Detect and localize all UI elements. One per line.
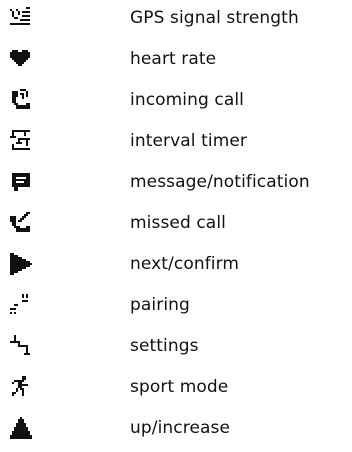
legend-label: pairing: [130, 295, 190, 315]
legend-row-incoming-call: incoming call: [0, 85, 352, 115]
legend-label: settings: [130, 336, 199, 356]
legend-row-message: message/notification: [0, 167, 352, 197]
legend-label: heart rate: [130, 49, 217, 69]
legend-row-settings: settings: [0, 331, 352, 361]
icon-legend: GPS signal strength heart rate incoming …: [0, 0, 352, 452]
missed-call-icon: [10, 212, 32, 234]
legend-row-next: next/confirm: [0, 249, 352, 279]
legend-label: next/confirm: [130, 254, 240, 274]
legend-label: interval timer: [130, 131, 248, 151]
legend-label: missed call: [130, 213, 226, 233]
pairing-icon: [10, 294, 32, 316]
legend-row-up: up/increase: [0, 413, 352, 443]
up-arrow-icon: [10, 417, 32, 439]
legend-label: up/increase: [130, 418, 231, 438]
legend-row-gps: GPS signal strength: [0, 3, 352, 33]
incoming-call-icon: [10, 89, 32, 111]
legend-label: message/notification: [130, 172, 310, 192]
next-arrow-icon: [10, 253, 32, 275]
legend-label: incoming call: [130, 90, 245, 110]
legend-row-sport-mode: sport mode: [0, 372, 352, 402]
legend-row-interval-timer: interval timer: [0, 126, 352, 156]
interval-timer-icon: [10, 130, 32, 152]
legend-row-missed-call: missed call: [0, 208, 352, 238]
legend-row-pairing: pairing: [0, 290, 352, 320]
sport-mode-icon: [10, 376, 32, 398]
legend-label: sport mode: [130, 377, 229, 397]
message-icon: [10, 171, 32, 193]
legend-label: GPS signal strength: [130, 8, 299, 28]
legend-row-heart-rate: heart rate: [0, 44, 352, 74]
settings-icon: [10, 335, 32, 357]
gps-signal-icon: [10, 7, 32, 29]
heart-icon: [10, 48, 32, 70]
